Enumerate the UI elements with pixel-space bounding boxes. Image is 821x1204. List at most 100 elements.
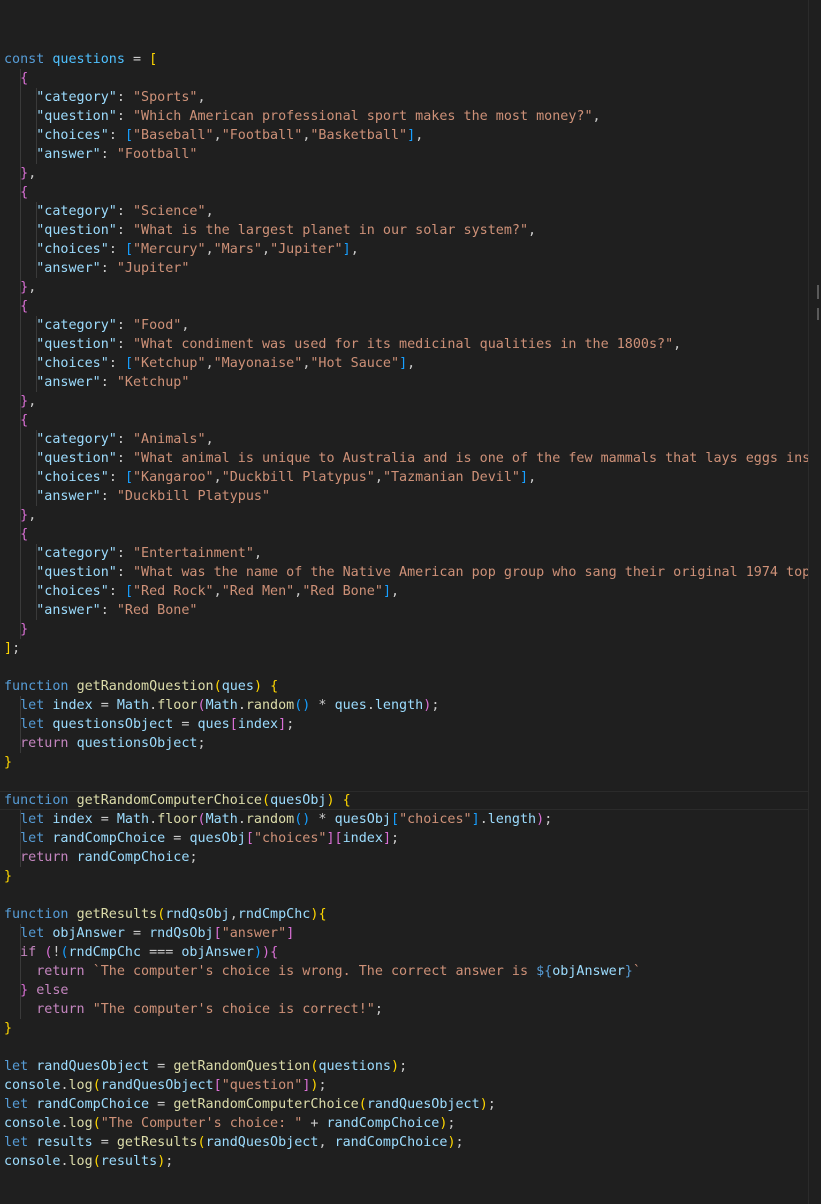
- code-token: ): [253, 945, 262, 960]
- code-token: ]: [382, 831, 391, 846]
- code-line[interactable]: },: [4, 506, 809, 525]
- code-line[interactable]: "choices": ["Ketchup","Mayonaise","Hot S…: [4, 354, 809, 373]
- code-token: "question": [36, 223, 117, 238]
- code-token: (: [213, 679, 222, 694]
- code-line[interactable]: } else: [4, 981, 809, 1000]
- vertical-scrollbar[interactable]: [808, 0, 821, 1204]
- code-line[interactable]: "question": "What was the name of the Na…: [4, 563, 809, 582]
- code-token: index: [52, 698, 93, 713]
- code-line[interactable]: "category": "Science",: [4, 202, 809, 221]
- code-token: getRandomQuestion: [76, 679, 214, 694]
- code-line[interactable]: function getResults(rndQsObj,rndCmpChc){: [4, 905, 809, 924]
- code-line[interactable]: },: [4, 392, 809, 411]
- code-line[interactable]: "question": "What condiment was used for…: [4, 335, 809, 354]
- code-line[interactable]: {: [4, 525, 809, 544]
- code-line[interactable]: "question": "What is the largest planet …: [4, 221, 809, 240]
- code-token: :: [100, 375, 117, 390]
- code-line[interactable]: {: [4, 69, 809, 88]
- code-token: function: [4, 679, 69, 694]
- code-token: objAnswer: [181, 945, 254, 960]
- code-line[interactable]: const questions = [: [4, 50, 809, 69]
- code-line[interactable]: let randQuesObject = getRandomQuestion(q…: [4, 1057, 809, 1076]
- code-line[interactable]: }: [4, 620, 809, 639]
- code-line[interactable]: "answer": "Duckbill Platypus": [4, 487, 809, 506]
- code-line[interactable]: },: [4, 164, 809, 183]
- code-line[interactable]: let questionsObject = ques[index];: [4, 715, 809, 734]
- code-line[interactable]: [4, 886, 809, 905]
- indent-guide: [20, 924, 21, 1019]
- code-line[interactable]: "question": "Which American professional…: [4, 107, 809, 126]
- code-token: ): [536, 812, 545, 827]
- code-line[interactable]: [4, 658, 809, 677]
- code-line[interactable]: return randCompChoice;: [4, 848, 809, 867]
- code-line[interactable]: return `The computer's choice is wrong. …: [4, 962, 809, 981]
- code-line[interactable]: console.log(results);: [4, 1152, 809, 1171]
- code-token: "Tazmanian Devil": [382, 470, 520, 485]
- code-line[interactable]: "answer": "Ketchup": [4, 373, 809, 392]
- code-line[interactable]: "choices": ["Kangaroo","Duckbill Platypu…: [4, 468, 809, 487]
- code-line[interactable]: if (!(rndCmpChc === objAnswer)){: [4, 943, 809, 962]
- code-line[interactable]: "answer": "Football": [4, 145, 809, 164]
- code-line[interactable]: }: [4, 753, 809, 772]
- code-line[interactable]: let index = Math.floor(Math.random() * q…: [4, 696, 809, 715]
- code-token: rndCmpChc: [68, 945, 142, 960]
- code-line[interactable]: "choices": ["Mercury","Mars","Jupiter"],: [4, 240, 809, 259]
- code-token: :: [116, 546, 133, 561]
- code-line[interactable]: let results = getResults(randQuesObject,…: [4, 1133, 809, 1152]
- code-line[interactable]: let randCompChoice = quesObj["choices"][…: [4, 829, 809, 848]
- code-line[interactable]: "category": "Entertainment",: [4, 544, 809, 563]
- code-line[interactable]: {: [4, 297, 809, 316]
- code-line[interactable]: "question": "What animal is unique to Au…: [4, 449, 809, 468]
- code-line[interactable]: "answer": "Jupiter": [4, 259, 809, 278]
- code-line[interactable]: "answer": "Red Bone": [4, 601, 809, 620]
- code-line[interactable]: let index = Math.floor(Math.random() * q…: [4, 810, 809, 829]
- code-token: function: [4, 907, 69, 922]
- code-line[interactable]: "category": "Sports",: [4, 88, 809, 107]
- code-line[interactable]: function getRandomComputerChoice(quesObj…: [0, 791, 809, 810]
- code-line[interactable]: [4, 1038, 809, 1057]
- code-token: "Basketball": [310, 128, 408, 143]
- code-line[interactable]: console.log(randQuesObject["question"]);: [4, 1076, 809, 1095]
- code-token: objAnswer: [52, 926, 125, 941]
- code-line[interactable]: ];: [4, 639, 809, 658]
- code-line[interactable]: function getRandomQuestion(ques) {: [4, 677, 809, 696]
- code-line[interactable]: "choices": ["Red Rock","Red Men","Red Bo…: [4, 582, 809, 601]
- code-token: length: [487, 812, 537, 827]
- code-token: ,: [28, 508, 37, 523]
- code-line[interactable]: let randCompChoice = getRandomComputerCh…: [4, 1095, 809, 1114]
- code-token: `The computer's choice is wrong. The cor…: [92, 964, 537, 979]
- code-token: }: [20, 983, 29, 998]
- code-line[interactable]: "category": "Animals",: [4, 430, 809, 449]
- code-line[interactable]: return "The computer's choice is correct…: [4, 1000, 809, 1019]
- code-line[interactable]: {: [4, 411, 809, 430]
- code-token: :: [116, 337, 133, 352]
- code-token: let: [20, 812, 45, 827]
- code-line[interactable]: },: [4, 278, 809, 297]
- code-line[interactable]: console.log("The Computer's choice: " + …: [4, 1114, 809, 1133]
- code-token: "answer": [36, 489, 101, 504]
- code-token: {: [20, 71, 29, 86]
- code-token: length: [374, 698, 424, 713]
- code-line[interactable]: let objAnswer = rndQsObj["answer"]: [4, 924, 809, 943]
- code-line[interactable]: return questionsObject;: [4, 734, 809, 753]
- code-token: getResults: [76, 907, 158, 922]
- code-area[interactable]: const questions = [ { "category": "Sport…: [0, 50, 809, 1171]
- code-token: (): [294, 812, 311, 827]
- code-token: "question": [36, 109, 117, 124]
- code-line[interactable]: {: [4, 183, 809, 202]
- code-editor[interactable]: const questions = [ { "category": "Sport…: [0, 0, 809, 1204]
- code-line[interactable]: [4, 772, 809, 791]
- code-line[interactable]: }: [4, 1019, 809, 1038]
- code-token: "Red Bone": [302, 584, 383, 599]
- code-line[interactable]: "choices": ["Baseball","Football","Baske…: [4, 126, 809, 145]
- indent-guide: [36, 316, 37, 392]
- code-line[interactable]: }: [4, 867, 809, 886]
- code-token: ,: [592, 109, 601, 124]
- code-token: :: [116, 318, 133, 333]
- indent-guide: [20, 810, 21, 867]
- code-token: floor: [157, 698, 198, 713]
- code-line[interactable]: "category": "Food",: [4, 316, 809, 335]
